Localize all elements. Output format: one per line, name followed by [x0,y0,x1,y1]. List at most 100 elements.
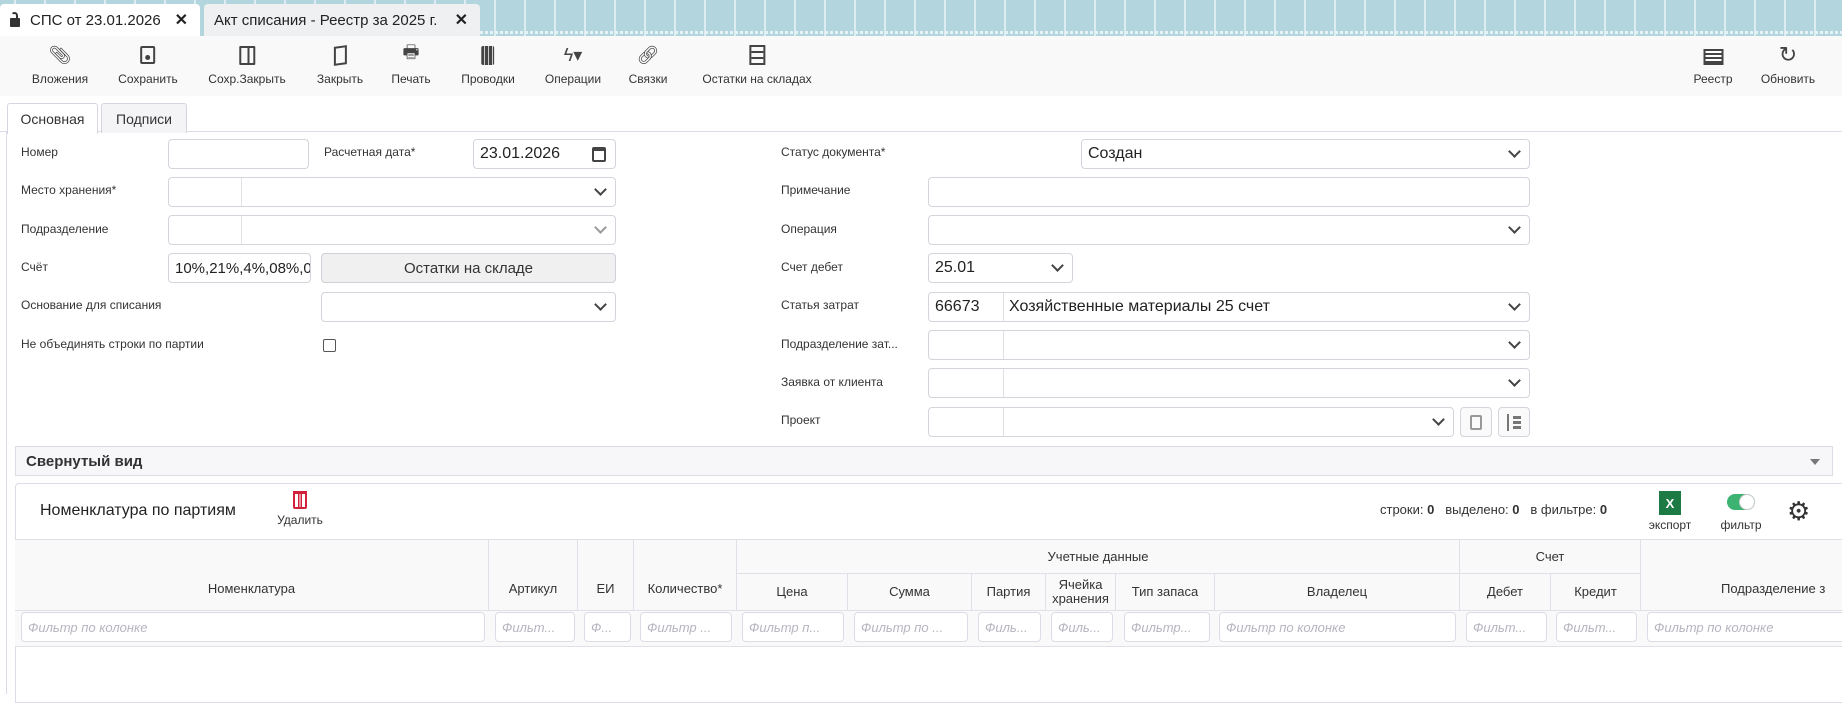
save-button[interactable]: Сохранить [118,44,178,86]
filter-input[interactable]: Фильт... [1466,612,1547,642]
column-header-nomenclature[interactable]: Номенклатура [15,540,489,611]
chevron-down-icon [594,298,607,311]
close-icon[interactable]: ✕ [175,10,188,30]
number-label: Номер [21,145,58,159]
operations-button[interactable]: ϟ▾ Операции [545,44,601,87]
excel-icon: X [1659,491,1681,515]
divider [0,131,1842,132]
paperclip-icon: 📎︎ [48,44,72,65]
column-header-sum[interactable]: Сумма [848,574,972,611]
project-tree-button[interactable] [1498,407,1530,437]
cabinet-icon [745,44,769,66]
filter-input[interactable]: Фильтр по колонке [1219,612,1456,642]
filter-toggle[interactable]: фильтр [1716,494,1766,532]
refresh-button[interactable]: ↻ Обновить [1760,42,1816,86]
operation-select[interactable] [928,215,1530,245]
reason-label: Основание для списания [21,298,162,312]
header-label: Счет [1535,548,1565,564]
column-header-storage-cell[interactable]: Ячейка хранения [1046,574,1116,611]
account-input[interactable]: 10%,21%,4%,08%,0 [168,253,311,283]
filter-input[interactable]: Филь... [1051,612,1113,642]
debit-select[interactable]: 25.01 [928,253,1073,283]
column-header-unit[interactable]: ЕИ [578,540,634,611]
tab-sps[interactable]: СПС от 23.01.2026 ✕ [0,4,200,36]
filter-input[interactable]: Ф... [584,612,631,642]
no-merge-checkbox[interactable] [323,339,336,352]
warehouse-stock-button[interactable]: Остатки на складах [702,44,812,86]
reason-select[interactable] [321,292,616,322]
calendar-icon[interactable] [592,147,606,162]
cost-division-label: Подразделение зат... [781,337,898,351]
column-header-credit[interactable]: Кредит [1551,574,1641,611]
header-label: Ячейка хранения [1052,577,1109,606]
header-label: Партия [986,584,1031,599]
storage-select[interactable] [168,177,616,207]
trash-icon [293,491,307,509]
delete-button[interactable]: Удалить [272,491,328,527]
tab-act[interactable]: Акт списания - Реестр за 2025 г. ✕ [204,4,480,36]
button-label: Обновить [1760,72,1816,86]
button-label: Остатки на складах [702,72,812,86]
filter-input[interactable]: Фильтр п... [742,612,844,642]
attachments-button[interactable]: 📎︎ Вложения [32,44,88,87]
close-button[interactable]: Закрыть [317,44,363,86]
column-header-quantity[interactable]: Количество* [634,540,737,611]
open-project-button[interactable] [1460,407,1492,437]
gear-icon[interactable]: ⚙ [1787,496,1810,527]
client-request-label: Заявка от клиента [781,375,883,389]
filter-input[interactable]: Фильтр по колонке [21,612,485,642]
chevron-down-icon [1508,298,1521,311]
column-header-owner[interactable]: Владелец [1215,574,1460,611]
save-close-button[interactable]: Сохр.Закрыть [208,44,286,86]
header-label: Кредит [1574,584,1617,599]
tab-main[interactable]: Основная [7,103,98,134]
division-select[interactable] [168,215,616,245]
status-select[interactable]: Создан [1081,139,1530,169]
filter-input[interactable]: Фильтр по колонке [1647,612,1842,642]
column-header-debit[interactable]: Дебет [1460,574,1551,611]
rows-count: 0 [1427,502,1435,517]
export-button[interactable]: X экспорт [1645,491,1695,532]
chevron-down-icon [1051,259,1064,272]
column-header-price[interactable]: Цена [737,574,848,611]
toolbar: 📎︎ Вложения Сохранить Сохр.Закрыть Закрыт… [0,36,1842,96]
postings-button[interactable]: Проводки [461,44,515,86]
filter-input[interactable]: Фильтр... [1124,612,1210,642]
tab-label: Акт списания - Реестр за 2025 г. [214,11,438,29]
grid-title: Номенклатура по партиям [40,502,236,519]
project-select[interactable] [928,407,1454,437]
date-input[interactable]: 23.01.2026 [473,139,616,169]
column-header-division[interactable]: Подразделение з [1641,540,1842,611]
column-header-article[interactable]: Артикул [489,540,578,611]
cost-division-select[interactable] [928,330,1530,360]
caret-down-icon [1810,459,1820,470]
toggle-switch[interactable] [1727,494,1755,510]
header-label: Номенклатура [207,581,296,596]
filter-input[interactable]: Фильтр ... [640,612,732,642]
chevron-down-icon [1508,221,1521,234]
stock-balance-button[interactable]: Остатки на складе [321,253,616,283]
divider [6,132,7,694]
links-button[interactable]: 🔗︎ Связки [629,44,668,87]
date-value: 23.01.2026 [480,145,561,162]
collapsed-view-section[interactable]: Свернутый вид [15,446,1833,476]
column-header-stock-type[interactable]: Тип запаса [1116,574,1215,611]
filter-input[interactable]: Фильт... [1556,612,1637,642]
close-icon[interactable]: ✕ [455,10,468,30]
cost-item-select[interactable]: 66673 Хозяйственные материалы 25 счет [928,292,1530,322]
note-input[interactable] [928,177,1530,207]
tab-label: СПС от 23.01.2026 [30,11,161,29]
rows-label: строки: [1380,502,1424,517]
tab-signatures[interactable]: Подписи [101,103,187,133]
filter-input[interactable]: Фильтр по ... [854,612,968,642]
registry-button[interactable]: Реестр [1694,44,1733,86]
button-label: экспорт [1648,518,1692,532]
print-button[interactable]: 🖶︎ Печать [391,42,430,86]
chevron-down-icon [1432,413,1445,426]
client-request-select[interactable] [928,368,1530,398]
number-input[interactable] [168,139,309,169]
column-header-batch[interactable]: Партия [972,574,1046,611]
filter-input[interactable]: Филь... [978,612,1041,642]
filter-input[interactable]: Фильт... [495,612,575,642]
header-label: Дебет [1487,584,1523,599]
